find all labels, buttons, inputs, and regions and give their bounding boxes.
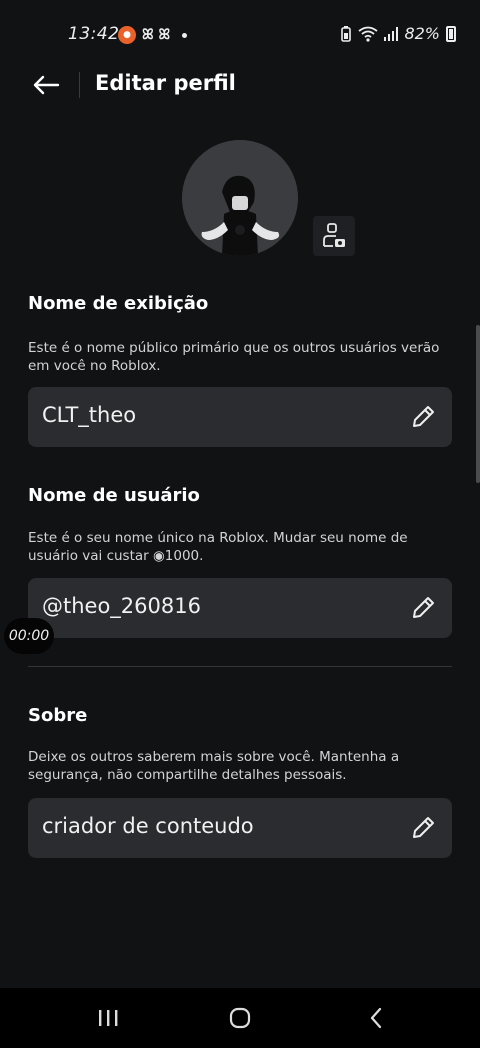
back-arrow-icon bbox=[33, 75, 60, 95]
display-name-description: Este é o nome público primário que os ou… bbox=[28, 340, 440, 374]
edit-about-button[interactable] bbox=[408, 813, 438, 843]
edit-username-button[interactable] bbox=[408, 593, 438, 623]
page-title: Editar perfil bbox=[95, 71, 236, 95]
avatar-image bbox=[182, 140, 298, 256]
username-value: @theo_260816 bbox=[42, 594, 201, 618]
section-divider bbox=[28, 666, 452, 667]
display-name-value: CLT_theo bbox=[42, 403, 137, 427]
recent-apps-button[interactable] bbox=[78, 1000, 138, 1036]
screen-recorder-timer[interactable]: 00:00 bbox=[4, 618, 54, 654]
status-time: 13:42 bbox=[68, 24, 120, 44]
pencil-icon bbox=[413, 406, 434, 427]
display-name-title: Nome de exibição bbox=[28, 293, 209, 314]
back-nav-button[interactable] bbox=[346, 1000, 406, 1036]
home-button[interactable] bbox=[210, 1000, 270, 1036]
about-value: criador de conteudo bbox=[42, 814, 254, 838]
pencil-icon bbox=[413, 597, 434, 618]
chevron-left-icon bbox=[370, 1007, 382, 1029]
pencil-icon bbox=[413, 817, 434, 838]
username-title: Nome de usuário bbox=[28, 485, 200, 506]
back-button[interactable] bbox=[28, 68, 64, 102]
scrollbar[interactable] bbox=[476, 325, 480, 483]
app-header: Editar perfil bbox=[0, 60, 480, 110]
display-name-field[interactable]: CLT_theo bbox=[28, 387, 452, 447]
status-system-icons: 82% bbox=[340, 24, 456, 43]
username-description: Este é o seu nome único na Roblox. Mudar… bbox=[28, 530, 408, 564]
battery-saver-icon bbox=[341, 25, 352, 42]
recent-apps-icon bbox=[99, 1010, 118, 1026]
signal-icon bbox=[384, 26, 399, 41]
about-field[interactable]: criador de conteudo bbox=[28, 798, 452, 858]
more-notifications-dot-icon bbox=[182, 32, 188, 38]
avatar-edit-icon bbox=[323, 223, 345, 247]
about-description: Deixe os outros saberem mais sobre você.… bbox=[28, 749, 400, 783]
wifi-icon bbox=[358, 26, 378, 42]
status-notification-icons: ● ꕤ ꕤ bbox=[118, 26, 188, 44]
header-divider bbox=[79, 72, 80, 98]
battery-icon bbox=[446, 25, 456, 42]
home-icon bbox=[229, 1007, 251, 1029]
edit-display-name-button[interactable] bbox=[408, 402, 438, 432]
avatar[interactable] bbox=[182, 140, 298, 256]
system-nav-bar bbox=[0, 988, 480, 1048]
username-field[interactable]: @theo_260816 bbox=[28, 578, 452, 638]
app-notification-icon: ● bbox=[118, 26, 136, 44]
capcut-icon: ꕤ ꕤ bbox=[142, 27, 171, 43]
battery-percent: 82% bbox=[404, 24, 440, 43]
about-title: Sobre bbox=[28, 705, 88, 726]
edit-avatar-button[interactable] bbox=[313, 216, 355, 256]
